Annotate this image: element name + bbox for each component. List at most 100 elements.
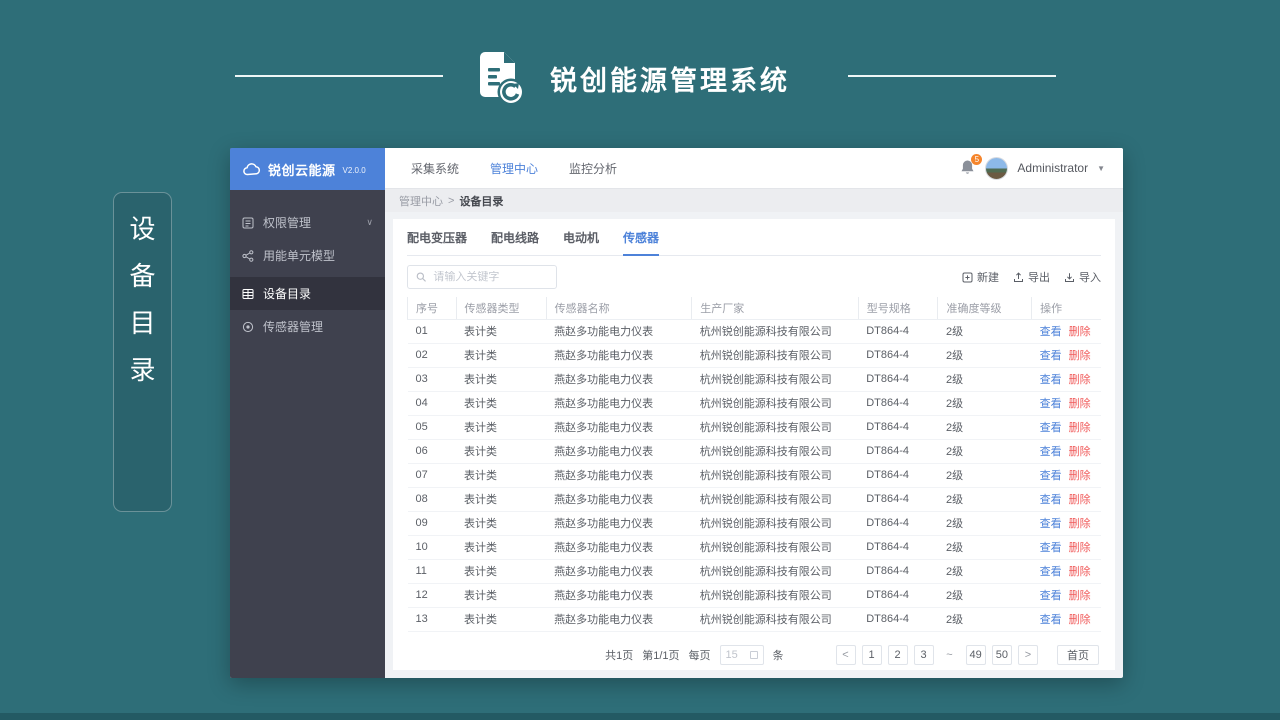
- cell-accuracy: 2级: [937, 487, 1032, 512]
- view-link[interactable]: 查看: [1040, 350, 1062, 362]
- import-button[interactable]: 导入: [1064, 269, 1101, 285]
- delete-link[interactable]: 删除: [1069, 374, 1091, 386]
- notification-bell-icon[interactable]: 5: [960, 154, 983, 177]
- cell-model: DT864-4: [858, 367, 938, 392]
- sidebar-item-energy-unit-model[interactable]: 用能单元模型: [230, 239, 385, 272]
- sidebar-item-sensor-mgmt[interactable]: 传感器管理: [230, 310, 385, 343]
- nav-item-monitoring-analysis[interactable]: 监控分析: [569, 160, 617, 177]
- page-button[interactable]: 50: [991, 644, 1012, 665]
- tab-distribution-transformer[interactable]: 配电变压器: [407, 229, 467, 255]
- delete-link[interactable]: 删除: [1069, 590, 1091, 602]
- view-link[interactable]: 查看: [1040, 398, 1062, 410]
- delete-link[interactable]: 删除: [1069, 542, 1091, 554]
- view-link[interactable]: 查看: [1040, 446, 1062, 458]
- view-link[interactable]: 查看: [1040, 422, 1062, 434]
- search-input[interactable]: [433, 271, 548, 283]
- avatar[interactable]: [985, 156, 1009, 180]
- delete-link[interactable]: 删除: [1069, 422, 1091, 434]
- vertical-label-char: 设: [129, 214, 156, 244]
- sidebar-item-permission-mgmt[interactable]: 权限管理 ∨: [230, 206, 385, 239]
- grid-icon: [242, 288, 254, 300]
- view-link[interactable]: 查看: [1040, 470, 1062, 482]
- content-area: 配电变压器 配电线路 电动机 传感器 请输入关键字 新建 导出 导入 序号 传感…: [385, 212, 1123, 678]
- new-button[interactable]: 新建: [962, 269, 999, 285]
- cell-type: 表计类: [456, 343, 547, 368]
- cell-type: 表计类: [456, 439, 547, 464]
- tab-distribution-line[interactable]: 配电线路: [491, 229, 539, 255]
- view-link[interactable]: 查看: [1040, 590, 1062, 602]
- cell-name: 燕赵多功能电力仪表: [546, 607, 692, 632]
- cell-model: DT864-4: [858, 607, 938, 632]
- breadcrumb-parent[interactable]: 管理中心: [399, 193, 443, 209]
- delete-link[interactable]: 删除: [1069, 518, 1091, 530]
- cell-manufacturer: 杭州锐创能源科技有限公司: [691, 535, 859, 560]
- delete-link[interactable]: 删除: [1069, 326, 1091, 338]
- delete-link[interactable]: 删除: [1069, 446, 1091, 458]
- cell-actions: 查看 删除: [1031, 319, 1101, 344]
- view-link[interactable]: 查看: [1040, 518, 1062, 530]
- per-page-input[interactable]: [725, 648, 746, 661]
- view-link[interactable]: 查看: [1040, 542, 1062, 554]
- cell-no: 11: [407, 559, 457, 584]
- first-page-button[interactable]: 首页: [1057, 644, 1099, 665]
- sensor-table: 序号 传感器类型 传感器名称 生产厂家 型号规格 准确度等级 操作 01 表计类燕…: [407, 297, 1101, 632]
- delete-link[interactable]: 删除: [1069, 470, 1091, 482]
- page-button[interactable]: 1: [861, 644, 882, 665]
- page-button[interactable]: 3: [913, 644, 934, 665]
- tab-electric-motor[interactable]: 电动机: [563, 229, 599, 255]
- tab-sensor[interactable]: 传感器: [623, 229, 660, 256]
- cell-manufacturer: 杭州锐创能源科技有限公司: [691, 439, 859, 464]
- cell-name: 燕赵多功能电力仪表: [546, 439, 692, 464]
- sidebar-menu: 权限管理 ∨ 用能单元模型 设备目录 传感器管理: [230, 190, 385, 343]
- cell-manufacturer: 杭州锐创能源科技有限公司: [691, 487, 859, 512]
- per-page-input-wrap: [719, 644, 764, 665]
- cell-name: 燕赵多功能电力仪表: [546, 535, 692, 560]
- cell-actions: 查看 删除: [1031, 391, 1101, 416]
- export-icon: [1014, 271, 1023, 282]
- delete-link[interactable]: 删除: [1069, 494, 1091, 506]
- header-divider-left: [235, 75, 443, 77]
- nav-item-management-center[interactable]: 管理中心: [490, 160, 538, 177]
- view-link[interactable]: 查看: [1040, 326, 1062, 338]
- view-link[interactable]: 查看: [1040, 494, 1062, 506]
- vertical-label-char: 录: [129, 355, 156, 385]
- cell-actions: 查看 删除: [1031, 607, 1101, 632]
- page-button[interactable]: 2: [887, 644, 908, 665]
- prev-page-button[interactable]: <: [835, 644, 856, 665]
- table-header: 序号 传感器类型 传感器名称 生产厂家 型号规格 准确度等级 操作: [407, 297, 1101, 320]
- import-icon: [1065, 272, 1074, 282]
- page-button[interactable]: 49: [965, 644, 986, 665]
- cloud-icon: [243, 162, 261, 175]
- cell-no: 03: [407, 367, 457, 392]
- sidebar-item-device-catalog[interactable]: 设备目录: [230, 277, 385, 310]
- cell-model: DT864-4: [858, 319, 938, 344]
- view-link[interactable]: 查看: [1040, 566, 1062, 578]
- cell-accuracy: 2级: [937, 463, 1032, 488]
- table-row: 13 表计类 燕赵多功能电力仪表 杭州锐创能源科技有限公司 DT864-4 2级 查看 删除: [407, 607, 1101, 632]
- cell-actions: 查看 删除: [1031, 439, 1101, 464]
- view-link[interactable]: 查看: [1040, 614, 1062, 626]
- per-page-stepper-icon[interactable]: [749, 650, 758, 659]
- cell-actions: 查看 删除: [1031, 463, 1101, 488]
- cell-name: 燕赵多功能电力仪表: [546, 367, 692, 392]
- cell-actions: 查看 删除: [1031, 367, 1101, 392]
- cell-accuracy: 2级: [937, 535, 1032, 560]
- cell-model: DT864-4: [858, 415, 938, 440]
- breadcrumb-separator: >: [448, 194, 455, 207]
- delete-link[interactable]: 删除: [1069, 398, 1091, 410]
- nav-item-collection-system[interactable]: 采集系统: [411, 160, 459, 177]
- delete-link[interactable]: 删除: [1069, 614, 1091, 626]
- delete-link[interactable]: 删除: [1069, 566, 1091, 578]
- view-link[interactable]: 查看: [1040, 374, 1062, 386]
- user-dropdown-caret-icon[interactable]: ▼: [1097, 164, 1105, 173]
- cell-type: 表计类: [456, 487, 547, 512]
- table-row: 02 表计类 燕赵多功能电力仪表 杭州锐创能源科技有限公司 DT864-4 2级 查看 删除: [407, 343, 1101, 368]
- next-page-button[interactable]: >: [1018, 644, 1038, 665]
- cell-manufacturer: 杭州锐创能源科技有限公司: [691, 511, 859, 536]
- export-button[interactable]: 导出: [1013, 269, 1050, 285]
- delete-link[interactable]: 删除: [1069, 350, 1091, 362]
- cell-model: DT864-4: [858, 343, 938, 368]
- header-divider-right: [848, 75, 1056, 77]
- search-icon: [416, 272, 426, 282]
- cell-model: DT864-4: [858, 511, 938, 536]
